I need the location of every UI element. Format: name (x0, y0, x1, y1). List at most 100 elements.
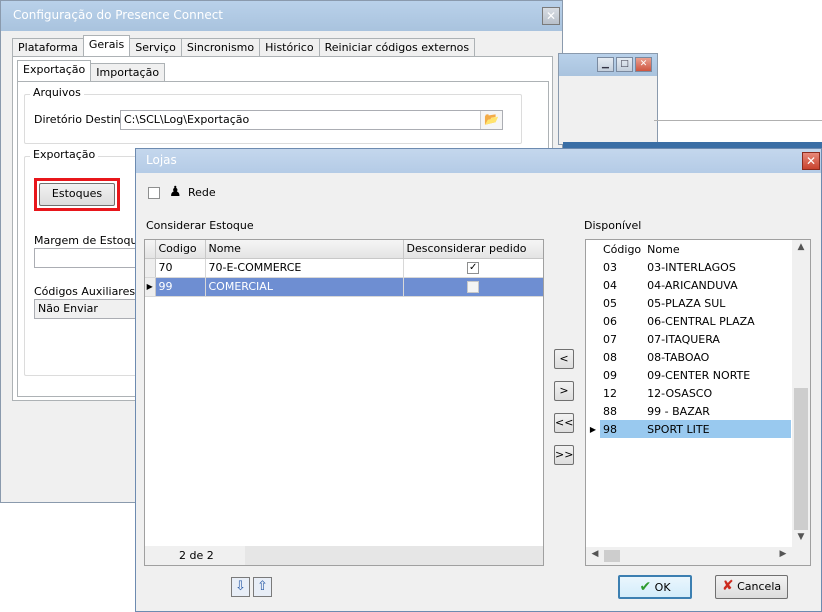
tab-gerais[interactable]: Gerais (82, 35, 131, 56)
cell-codigo[interactable]: 99 (155, 277, 206, 297)
column-header-desconsiderar[interactable]: Desconsiderar pedido (403, 240, 543, 259)
cell-desconsiderar[interactable] (403, 277, 543, 297)
move-down-icon[interactable]: ⇩ (231, 577, 250, 597)
footer-bar (245, 546, 543, 565)
move-all-left-button[interactable]: << (554, 413, 574, 433)
lojas-dialog: Lojas ✕ ♟ Rede Considerar Estoque Dispon… (135, 148, 822, 612)
cell-nome[interactable]: 04-ARICANDUVA (644, 276, 791, 294)
cell-nome[interactable]: 08-TABOAO (644, 348, 791, 366)
move-left-button[interactable]: < (554, 349, 574, 369)
tab-reiniciar[interactable]: Reiniciar códigos externos (318, 38, 476, 56)
margem-input[interactable] (34, 248, 144, 268)
folder-icon[interactable]: 📂 (480, 111, 502, 129)
cell-nome[interactable]: SPORT LITE (644, 420, 791, 438)
check-icon: ✔ (639, 579, 652, 595)
scroll-up-icon[interactable]: ▲ (792, 242, 810, 256)
cell-codigo[interactable]: 70 (155, 258, 206, 278)
close-icon[interactable]: ✕ (802, 152, 820, 170)
row-pointer-icon: ▶ (586, 420, 600, 438)
cancel-button[interactable]: ✘ Cancela (715, 575, 788, 599)
desconsiderar-checkbox[interactable] (467, 281, 480, 293)
scroll-thumb[interactable] (794, 388, 808, 530)
tab-historico[interactable]: Histórico (259, 38, 320, 56)
table-row[interactable]: ▶ 99 COMERCIAL (145, 277, 543, 297)
scroll-left-icon[interactable]: ◀ (588, 549, 602, 563)
row-pointer-icon: ▶ (145, 277, 156, 297)
list-item[interactable]: 12 12-OSASCO (586, 384, 791, 402)
horizontal-scroll-thumb[interactable] (604, 550, 620, 562)
diretorio-value: C:\SCL\Log\Exportação (124, 113, 250, 126)
table-row[interactable]: 70 70-E-COMMERCE ✓ (145, 258, 543, 278)
move-all-right-button[interactable]: >> (554, 445, 574, 465)
cell-codigo[interactable]: 08 (600, 348, 644, 366)
vertical-scrollbar[interactable]: ▲ ▼ (792, 240, 810, 547)
tab-sincronismo[interactable]: Sincronismo (180, 38, 261, 56)
cell-nome[interactable]: 06-CENTRAL PLAZA (644, 312, 791, 330)
codigos-label: Códigos Auxiliares (34, 285, 136, 298)
list-item[interactable]: ▶ 98 SPORT LITE (586, 420, 791, 438)
list-item[interactable]: 08 08-TABOAO (586, 348, 791, 366)
move-right-button[interactable]: > (554, 381, 574, 401)
codigos-value: Não Enviar (38, 302, 98, 315)
dialog-title-bar[interactable]: Lojas ✕ (136, 149, 821, 173)
column-header-nome[interactable]: Nome (644, 240, 791, 258)
ok-button[interactable]: ✔ OK (618, 575, 692, 599)
grid-footer: 2 de 2 (145, 546, 543, 565)
estoques-button[interactable]: Estoques (39, 183, 115, 206)
rede-checkbox[interactable] (148, 187, 160, 199)
list-item[interactable]: 06 06-CENTRAL PLAZA (586, 312, 791, 330)
cell-nome[interactable]: 70-E-COMMERCE (205, 258, 404, 278)
cell-codigo[interactable]: 06 (600, 312, 644, 330)
list-item[interactable]: 04 04-ARICANDUVA (586, 276, 791, 294)
indicator-header (586, 240, 600, 258)
indicator-header (145, 240, 156, 259)
disponivel-grid[interactable]: Código Nome 03 03-INTERLAGOS 04 04-ARICAND… (585, 239, 811, 566)
tab-plataforma[interactable]: Plataforma (12, 38, 84, 56)
close-icon[interactable]: ✕ (542, 7, 560, 25)
cell-codigo[interactable]: 03 (600, 258, 644, 276)
cell-desconsiderar[interactable]: ✓ (403, 258, 543, 278)
scroll-right-icon[interactable]: ▶ (776, 549, 790, 563)
column-header-codigo[interactable]: Codigo (155, 240, 206, 259)
divider (654, 120, 822, 121)
cell-codigo[interactable]: 04 (600, 276, 644, 294)
cell-codigo[interactable]: 12 (600, 384, 644, 402)
list-item[interactable]: 05 05-PLAZA SUL (586, 294, 791, 312)
cell-codigo[interactable]: 07 (600, 330, 644, 348)
minimize-icon[interactable]: ▁ (597, 57, 614, 72)
record-count: 2 de 2 (179, 549, 214, 562)
cell-nome[interactable]: 03-INTERLAGOS (644, 258, 791, 276)
arquivos-label: Arquivos (30, 86, 84, 99)
tab-servico[interactable]: Serviço (129, 38, 182, 56)
horizontal-scrollbar[interactable]: ◀ ▶ (586, 547, 792, 565)
scroll-down-icon[interactable]: ▼ (792, 532, 810, 546)
cell-nome[interactable]: 05-PLAZA SUL (644, 294, 791, 312)
desconsiderar-checkbox[interactable]: ✓ (467, 262, 480, 274)
cell-nome[interactable]: 99 - BAZAR (644, 402, 791, 420)
cell-nome[interactable]: 12-OSASCO (644, 384, 791, 402)
cell-codigo[interactable]: 98 (600, 420, 645, 438)
column-header-nome[interactable]: Nome (205, 240, 404, 259)
title-bar[interactable]: Configuração do Presence Connect ✕ (1, 1, 562, 31)
cell-codigo[interactable]: 88 (600, 402, 644, 420)
cell-codigo[interactable]: 09 (600, 366, 644, 384)
list-item[interactable]: 09 09-CENTER NORTE (586, 366, 791, 384)
list-item[interactable]: 03 03-INTERLAGOS (586, 258, 791, 276)
move-up-icon[interactable]: ⇧ (253, 577, 272, 597)
background-title-bar[interactable]: ▁ □ ✕ (559, 54, 657, 76)
cell-nome[interactable]: 07-ITAQUERA (644, 330, 791, 348)
codigos-select[interactable]: Não Enviar (34, 299, 144, 319)
diretorio-input[interactable]: C:\SCL\Log\Exportação (120, 110, 503, 130)
cell-nome[interactable]: COMERCIAL (205, 277, 404, 297)
list-item[interactable]: 07 07-ITAQUERA (586, 330, 791, 348)
list-item[interactable]: 88 99 - BAZAR (586, 402, 791, 420)
cancel-label: Cancela (737, 580, 782, 593)
cell-codigo[interactable]: 05 (600, 294, 644, 312)
column-header-codigo[interactable]: Código (600, 240, 645, 258)
tab-exportacao[interactable]: Exportação (17, 60, 92, 81)
considerar-grid[interactable]: Codigo Nome Desconsiderar pedido 70 70-E… (144, 239, 544, 566)
tab-importacao[interactable]: Importação (90, 63, 166, 81)
cell-nome[interactable]: 09-CENTER NORTE (644, 366, 791, 384)
close-icon[interactable]: ✕ (635, 57, 652, 72)
maximize-icon[interactable]: □ (616, 57, 633, 72)
